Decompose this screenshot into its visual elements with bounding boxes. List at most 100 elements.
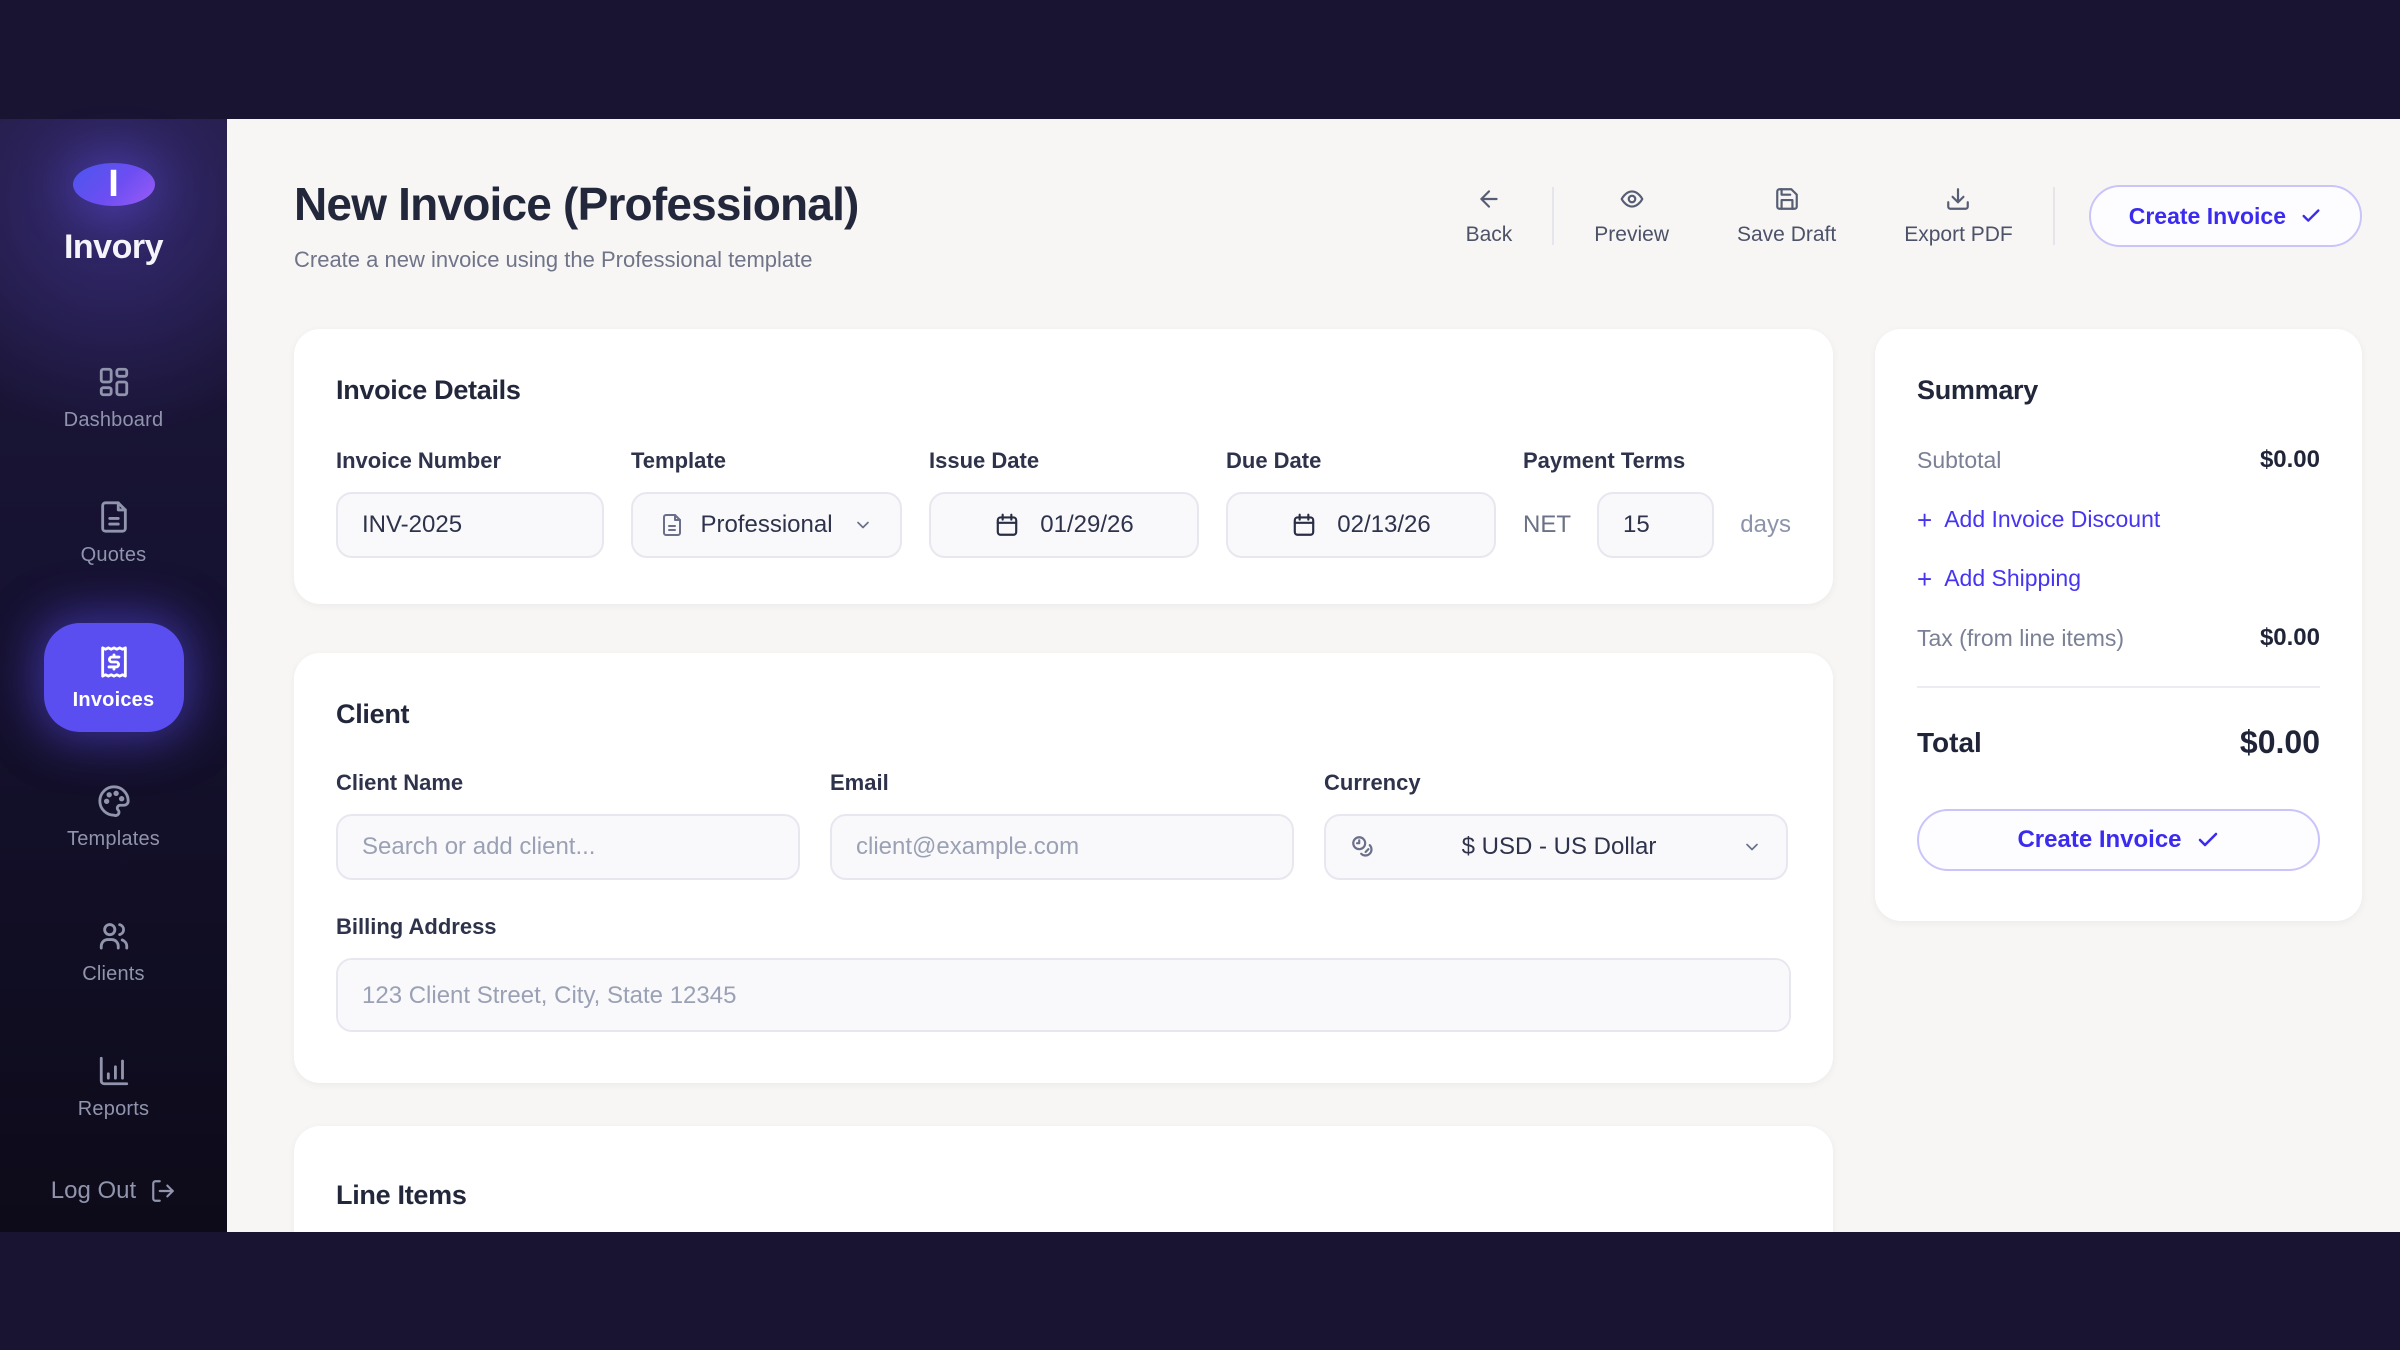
quotes-icon: [97, 500, 131, 534]
invoice-number-input[interactable]: [336, 492, 604, 558]
content-row: Invoice Details Invoice Number Template: [294, 329, 2362, 1232]
sidebar-item-label: Templates: [67, 828, 160, 851]
due-date-input[interactable]: 02/13/26: [1226, 492, 1496, 558]
create-invoice-label: Create Invoice: [2129, 203, 2286, 230]
logout-button[interactable]: Log Out: [51, 1177, 176, 1205]
save-icon: [1774, 186, 1800, 212]
header-actions: Back Preview Save Draft Export PDF: [1432, 185, 2362, 247]
calendar-icon: [1291, 512, 1317, 538]
save-draft-label: Save Draft: [1737, 223, 1836, 247]
plus-icon: +: [1917, 566, 1932, 592]
summary-column: Summary Subtotal $0.00 + Add Invoice Dis…: [1875, 329, 2362, 921]
page-header-titles: New Invoice (Professional) Create a new …: [294, 177, 859, 273]
form-column: Invoice Details Invoice Number Template: [294, 329, 1833, 1232]
line-items-title: Line Items: [336, 1180, 1791, 1211]
total-value: $0.00: [2240, 724, 2320, 761]
create-invoice-button-top[interactable]: Create Invoice: [2089, 185, 2362, 247]
billing-address-input[interactable]: [336, 958, 1791, 1032]
add-discount-label: Add Invoice Discount: [1944, 506, 2160, 533]
sidebar-item-dashboard[interactable]: Dashboard: [34, 353, 194, 444]
check-icon: [2300, 205, 2322, 227]
template-select[interactable]: Professional: [631, 492, 902, 558]
preview-label: Preview: [1594, 223, 1669, 247]
payment-terms-suffix: days: [1740, 511, 1791, 539]
export-pdf-button[interactable]: Export PDF: [1870, 186, 2047, 247]
check-icon: [2196, 828, 2220, 852]
chevron-down-icon: [1742, 837, 1762, 857]
sidebar-item-label: Quotes: [81, 544, 147, 567]
sidebar-nav: Dashboard Quotes Invoices Templates Clie…: [0, 353, 227, 1177]
template-file-icon: [660, 513, 684, 537]
due-date-field: Due Date 02/13/26: [1226, 448, 1496, 558]
brand-initial: I: [108, 163, 119, 206]
issue-date-input[interactable]: 01/29/26: [929, 492, 1199, 558]
app-window: I Invory Dashboard Quotes Invoices: [0, 0, 2400, 1350]
add-shipping-link[interactable]: + Add Shipping: [1917, 565, 2081, 592]
sidebar-item-templates[interactable]: Templates: [34, 772, 194, 863]
brand-name: Invory: [64, 228, 163, 267]
create-invoice-label: Create Invoice: [2017, 826, 2181, 854]
create-invoice-button-summary[interactable]: Create Invoice: [1917, 809, 2320, 871]
add-discount-link[interactable]: + Add Invoice Discount: [1917, 506, 2160, 533]
client-email-label: Email: [830, 770, 1294, 796]
subtotal-row: Subtotal $0.00: [1917, 446, 2320, 474]
currency-field: Currency $ USD - US Dollar: [1324, 770, 1788, 880]
invoice-number-label: Invoice Number: [336, 448, 604, 474]
line-items-card: Line Items: [294, 1126, 1833, 1232]
sidebar-item-quotes[interactable]: Quotes: [34, 488, 194, 579]
logout-label: Log Out: [51, 1177, 136, 1205]
sidebar-item-label: Reports: [78, 1098, 149, 1121]
payment-terms-input[interactable]: [1597, 492, 1714, 558]
preview-button[interactable]: Preview: [1560, 186, 1703, 247]
payment-terms-label: Payment Terms: [1523, 448, 1791, 474]
actions-divider: [1552, 187, 1554, 245]
sidebar-item-clients[interactable]: Clients: [34, 907, 194, 998]
client-name-input[interactable]: [336, 814, 800, 880]
due-date-value: 02/13/26: [1337, 511, 1430, 539]
page-header: New Invoice (Professional) Create a new …: [294, 177, 2362, 273]
clients-users-icon: [97, 919, 131, 953]
back-label: Back: [1466, 223, 1513, 247]
summary-divider: [1917, 686, 2320, 688]
payment-terms-row: NET days: [1523, 492, 1791, 558]
tax-value: $0.00: [2260, 624, 2320, 652]
currency-label: Currency: [1324, 770, 1788, 796]
template-field: Template Professional: [631, 448, 902, 558]
actions-divider: [2053, 187, 2055, 245]
payment-terms-prefix: NET: [1523, 511, 1571, 539]
main-content: New Invoice (Professional) Create a new …: [227, 119, 2400, 1232]
back-button[interactable]: Back: [1432, 186, 1547, 247]
invoice-number-field: Invoice Number: [336, 448, 604, 558]
save-draft-button[interactable]: Save Draft: [1703, 186, 1870, 247]
client-email-field: Email: [830, 770, 1294, 880]
add-shipping-label: Add Shipping: [1944, 565, 2081, 592]
client-name-field: Client Name: [336, 770, 800, 880]
invoice-details-card: Invoice Details Invoice Number Template: [294, 329, 1833, 604]
chevron-down-icon: [853, 515, 873, 535]
arrow-left-icon: [1476, 186, 1502, 212]
brand-logo: I: [73, 163, 155, 206]
sidebar-item-invoices[interactable]: Invoices: [44, 623, 184, 732]
sidebar-item-label: Clients: [82, 963, 145, 986]
invoice-details-title: Invoice Details: [336, 375, 1791, 406]
calendar-icon: [994, 512, 1020, 538]
issue-date-label: Issue Date: [929, 448, 1199, 474]
invoice-receipt-icon: [97, 645, 131, 679]
plus-icon: +: [1917, 507, 1932, 533]
sidebar: I Invory Dashboard Quotes Invoices: [0, 119, 227, 1232]
currency-select[interactable]: $ USD - US Dollar: [1324, 814, 1788, 880]
subtotal-value: $0.00: [2260, 446, 2320, 474]
billing-address-label: Billing Address: [336, 914, 1791, 940]
dashboard-icon: [97, 365, 131, 399]
tax-label: Tax (from line items): [1917, 625, 2124, 652]
template-label: Template: [631, 448, 902, 474]
sidebar-item-reports[interactable]: Reports: [34, 1042, 194, 1133]
client-email-input[interactable]: [830, 814, 1294, 880]
client-title: Client: [336, 699, 1791, 730]
invoice-details-fields: Invoice Number Template Professional: [336, 448, 1791, 558]
sidebar-item-label: Dashboard: [64, 409, 164, 432]
payment-terms-field: Payment Terms NET days: [1523, 448, 1791, 558]
client-card: Client Client Name Email Curre: [294, 653, 1833, 1083]
coins-icon: [1350, 834, 1376, 860]
issue-date-field: Issue Date 01/29/26: [929, 448, 1199, 558]
